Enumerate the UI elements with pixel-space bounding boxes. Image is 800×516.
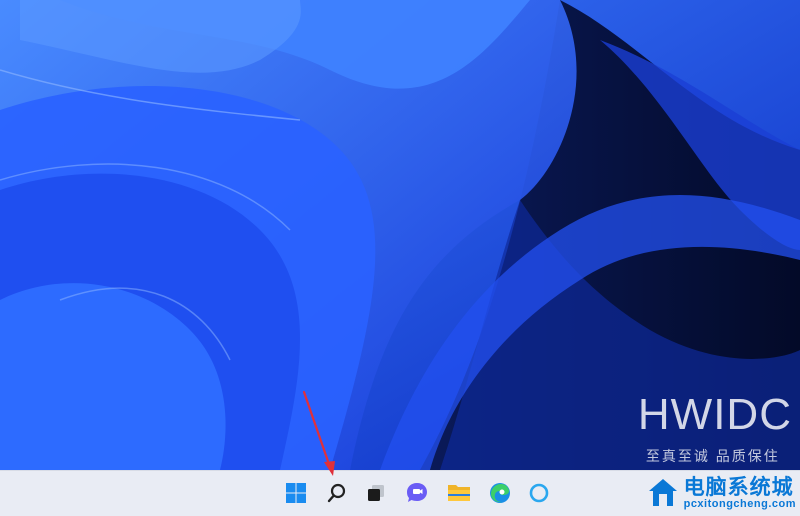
site-logo: 电脑系统城 pcxitongcheng.com	[636, 470, 796, 515]
site-logo-name: 电脑系统城	[683, 474, 794, 499]
task-view-icon[interactable]	[361, 478, 391, 508]
edge-browser-icon[interactable]	[485, 478, 515, 508]
search-icon[interactable]	[322, 478, 352, 508]
site-logo-url: pcxitongcheng.com	[683, 497, 796, 510]
watermark-subtitle: 至真至诚 品质保住	[645, 448, 780, 464]
start-windows-icon[interactable]	[281, 478, 311, 508]
cortana-icon[interactable]	[524, 478, 554, 508]
site-logo-text-group: 电脑系统城 pcxitongcheng.com	[684, 476, 796, 510]
site-logo-house-icon	[648, 478, 677, 506]
file-explorer-icon[interactable]	[444, 478, 474, 508]
chat-icon[interactable]	[402, 478, 432, 508]
hwidc-watermark: HWIDC 至真至诚 品质保住	[638, 392, 792, 466]
watermark-title: HWIDC	[637, 390, 792, 439]
